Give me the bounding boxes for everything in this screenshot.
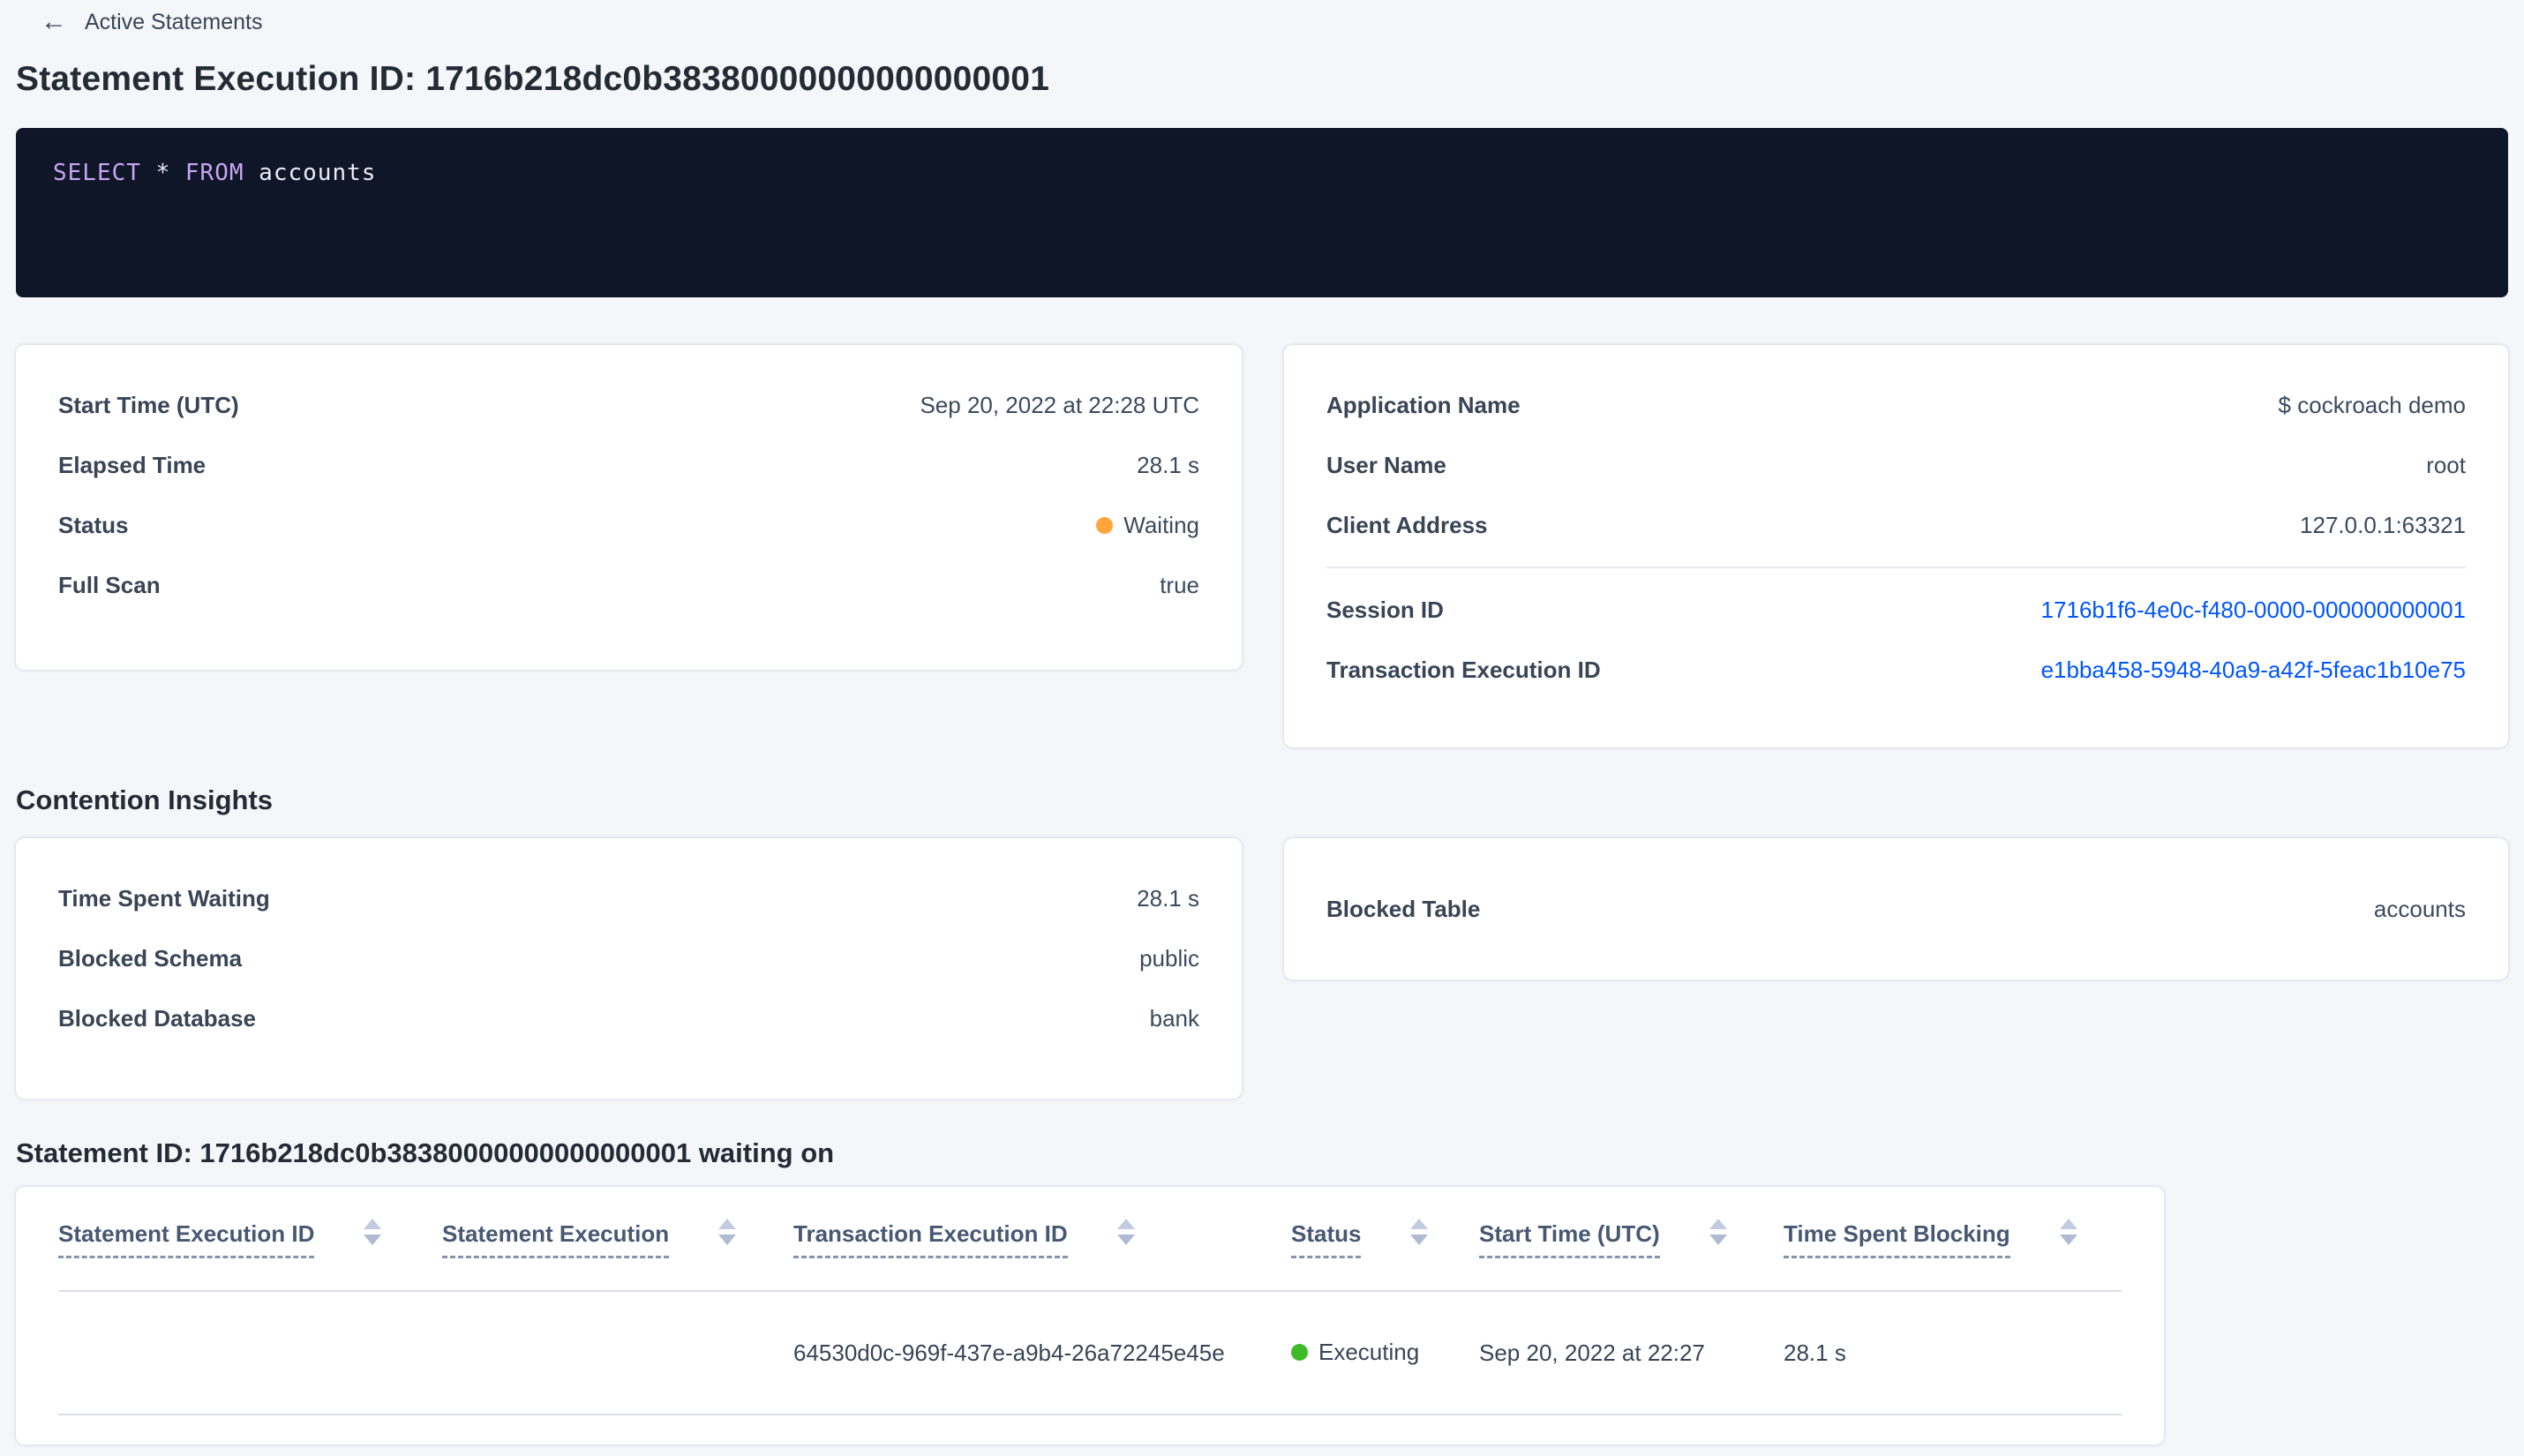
card-divider — [1326, 567, 2466, 568]
table-row: 64530d0c-969f-437e-a9b4-26a72245e45e Exe… — [58, 1291, 2122, 1415]
waiting-on-heading: Statement ID: 1716b218dc0b38380000000000… — [16, 1137, 835, 1168]
sql-keyword-select: SELECT — [53, 160, 141, 186]
application-name-label: Application Name — [1326, 391, 1521, 418]
client-address-value: 127.0.0.1:63321 — [2300, 511, 2466, 538]
elapsed-time-value: 28.1 s — [1137, 451, 1199, 478]
column-header-statement-execution[interactable]: Statement Execution — [442, 1187, 793, 1292]
time-spent-waiting-row: Time Spent Waiting 28.1 s — [58, 868, 1199, 928]
status-label: Status — [58, 511, 129, 538]
blocked-database-label: Blocked Database — [58, 1004, 256, 1032]
blocked-schema-label: Blocked Schema — [58, 944, 243, 972]
executing-status-dot-icon — [1291, 1344, 1308, 1361]
waiting-on-table: Statement Execution ID Statement Executi… — [58, 1187, 2122, 1415]
table-header-row: Statement Execution ID Statement Executi… — [58, 1187, 2122, 1292]
sort-icon[interactable] — [718, 1219, 737, 1245]
sql-star: * — [155, 160, 171, 186]
elapsed-time-label: Elapsed Time — [58, 451, 207, 478]
blocked-table-row: Blocked Table accounts — [1326, 879, 2466, 939]
application-name-row: Application Name $ cockroach demo — [1326, 375, 2466, 435]
contention-insights-heading: Contention Insights — [16, 784, 274, 815]
session-id-row: Session ID 1716b1f6-4e0c-f480-0000-00000… — [1326, 580, 2466, 640]
elapsed-time-row: Elapsed Time 28.1 s — [58, 435, 1199, 495]
full-scan-value: true — [1160, 571, 1199, 598]
client-address-row: Client Address 127.0.0.1:63321 — [1326, 495, 2466, 555]
column-label: Time Spent Blocking — [1784, 1220, 2010, 1258]
overview-card: Start Time (UTC) Sep 20, 2022 at 22:28 U… — [16, 345, 1242, 670]
transaction-execution-id-cell: 64530d0c-969f-437e-a9b4-26a72245e45e — [793, 1291, 1291, 1415]
column-header-statement-execution-id[interactable]: Statement Execution ID — [58, 1187, 442, 1292]
start-time-label: Start Time (UTC) — [58, 391, 239, 418]
blocked-table-value: accounts — [2373, 895, 2466, 922]
user-name-value: root — [2426, 451, 2466, 478]
full-scan-label: Full Scan — [58, 571, 161, 598]
status-value: Waiting — [1123, 511, 1199, 538]
column-label: Statement Execution ID — [58, 1220, 315, 1258]
column-header-time-spent-blocking[interactable]: Time Spent Blocking — [1784, 1187, 2122, 1292]
application-name-value: $ cockroach demo — [2278, 391, 2466, 418]
transaction-execution-id-link[interactable]: e1bba458-5948-40a9-a42f-5feac1b10e75 — [2041, 657, 2466, 684]
start-time-value: Sep 20, 2022 at 22:28 UTC — [920, 391, 1199, 418]
sql-table-name: accounts — [259, 160, 377, 186]
statement-execution-cell — [442, 1291, 793, 1415]
column-header-start-time[interactable]: Start Time (UTC) — [1479, 1187, 1784, 1292]
time-spent-blocking-cell: 28.1 s — [1784, 1291, 2122, 1415]
blocked-database-value: bank — [1149, 1004, 1199, 1032]
waiting-on-table-card: Statement Execution ID Statement Executi… — [16, 1187, 2164, 1445]
column-label: Status — [1291, 1220, 1362, 1258]
transaction-execution-id-label: Transaction Execution ID — [1326, 656, 1601, 683]
time-spent-waiting-value: 28.1 s — [1137, 884, 1199, 912]
status-cell: Executing — [1291, 1291, 1479, 1415]
blocked-schema-value: public — [1139, 944, 1199, 972]
blocked-schema-row: Blocked Schema public — [58, 928, 1199, 988]
blocked-table-label: Blocked Table — [1326, 895, 1481, 922]
user-name-label: User Name — [1326, 451, 1446, 478]
start-time-cell: Sep 20, 2022 at 22:27 — [1479, 1291, 1784, 1415]
sql-keyword-from: FROM — [184, 160, 244, 186]
back-link-active-statements[interactable]: Active Statements — [85, 10, 262, 35]
sort-icon[interactable] — [1709, 1219, 1727, 1245]
statement-execution-detail-page: ← Active Statements Statement Execution … — [0, 0, 2524, 1445]
transaction-execution-id-row: Transaction Execution ID e1bba458-5948-4… — [1326, 640, 2466, 700]
contention-left-card: Time Spent Waiting 28.1 s Blocked Schema… — [16, 838, 1242, 1099]
client-address-label: Client Address — [1326, 511, 1488, 538]
sort-icon[interactable] — [1116, 1219, 1135, 1245]
status-text: Executing — [1318, 1339, 1420, 1365]
sql-statement: SELECT * FROM accounts — [53, 160, 376, 186]
column-label: Statement Execution — [442, 1220, 670, 1258]
session-id-link[interactable]: 1716b1f6-4e0c-f480-0000-000000000001 — [2041, 597, 2466, 624]
column-label: Transaction Execution ID — [793, 1220, 1068, 1258]
sort-icon[interactable] — [2059, 1219, 2077, 1245]
full-scan-row: Full Scan true — [58, 555, 1199, 615]
blocked-database-row: Blocked Database bank — [58, 988, 1199, 1048]
sort-icon[interactable] — [364, 1219, 382, 1245]
waiting-status-dot-icon — [1096, 516, 1114, 534]
user-name-row: User Name root — [1326, 435, 2466, 495]
time-spent-waiting-label: Time Spent Waiting — [58, 884, 270, 912]
statement-execution-id-cell — [58, 1291, 442, 1415]
session-id-label: Session ID — [1326, 596, 1444, 623]
status-badge: Waiting — [1096, 512, 1199, 539]
status-row: Status Waiting — [58, 495, 1199, 555]
breadcrumb: ← Active Statements — [16, 0, 2508, 35]
page-title: Statement Execution ID: 1716b218dc0b3838… — [16, 60, 1050, 98]
start-time-row: Start Time (UTC) Sep 20, 2022 at 22:28 U… — [58, 375, 1199, 435]
column-header-status[interactable]: Status — [1291, 1187, 1479, 1292]
session-card: Application Name $ cockroach demo User N… — [1284, 345, 2508, 747]
sort-icon[interactable] — [1410, 1219, 1429, 1245]
back-arrow-icon[interactable]: ← — [41, 9, 67, 35]
column-label: Start Time (UTC) — [1479, 1220, 1660, 1258]
contention-right-card: Blocked Table accounts — [1284, 838, 2508, 979]
column-header-transaction-execution-id[interactable]: Transaction Execution ID — [793, 1187, 1291, 1292]
sql-statement-box: SELECT * FROM accounts — [16, 128, 2508, 297]
